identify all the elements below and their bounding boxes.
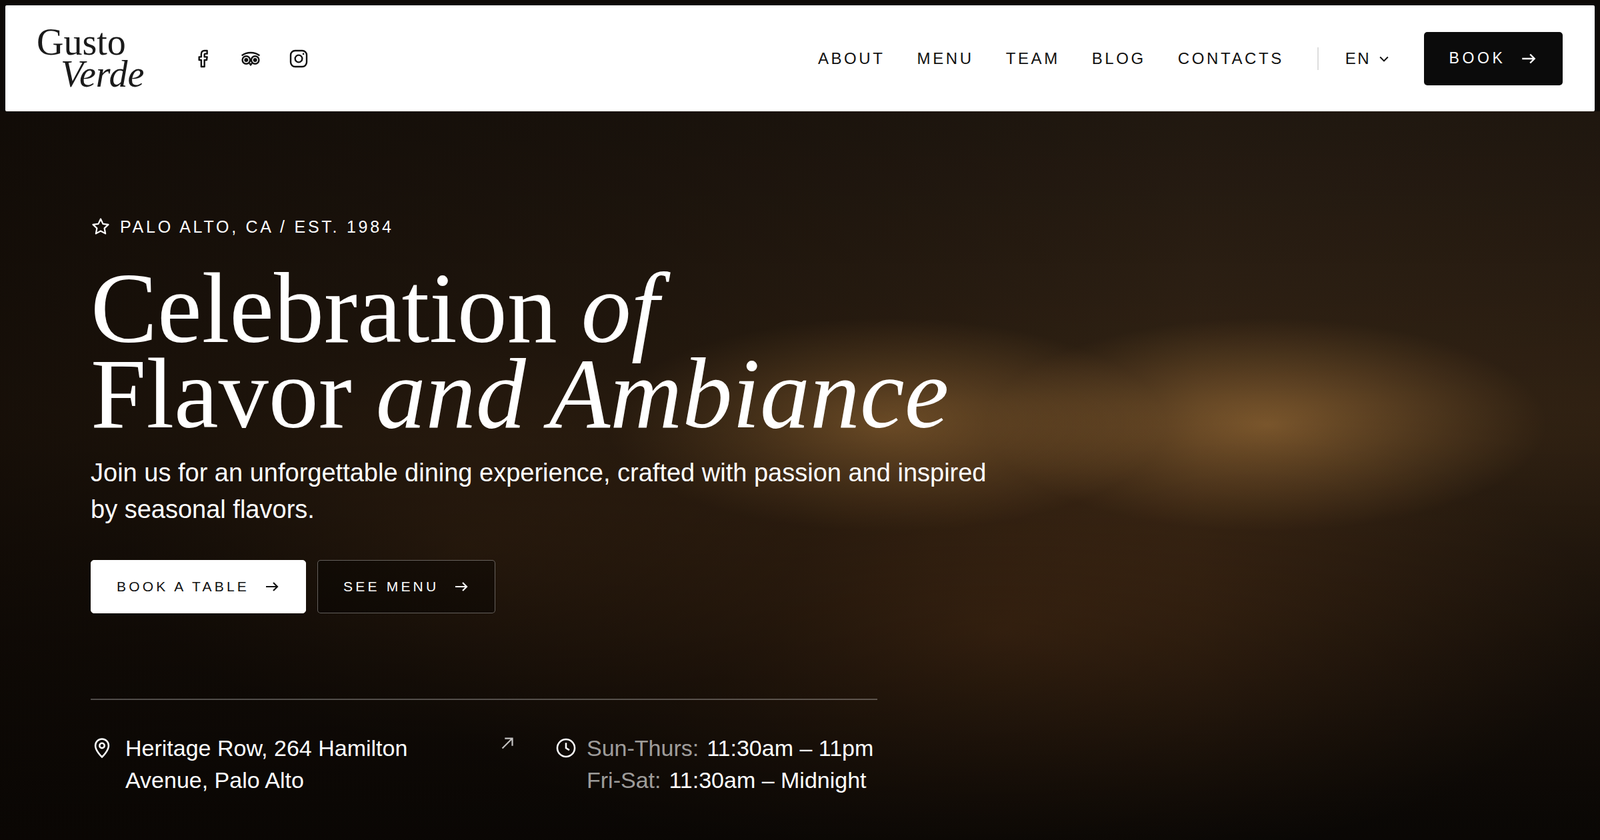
nav-link[interactable]: MENU	[917, 42, 974, 75]
description: Join us for an unforgettable dining expe…	[90, 454, 998, 528]
hours-time: 11:30am – Midnight	[668, 767, 866, 793]
language-label: EN	[1345, 46, 1371, 71]
hours-days: Sun-Thurs:	[586, 735, 699, 761]
clock-icon	[554, 736, 578, 760]
nav-link[interactable]: CONTACTS	[1178, 42, 1284, 75]
arrow-right-icon	[264, 578, 280, 595]
nav-link[interactable]: BLOG	[1092, 42, 1146, 75]
nav-link[interactable]: ABOUT	[818, 42, 886, 75]
hours-row: Sun-Thurs: 11:30am – 11pm	[586, 732, 874, 764]
map-pin-icon	[90, 736, 114, 760]
hours-list: Sun-Thurs: 11:30am – 11pm Fri-Sat: 11:30am …	[586, 732, 874, 796]
social-links	[192, 48, 310, 70]
site-header: Gusto Verde ABOUT MENU TEAM BLOG CONTACTS EN…	[5, 5, 1595, 112]
arrow-right-icon	[1520, 50, 1538, 68]
hero-content: PALO ALTO, CA / EST. 1984 CelebrationofF…	[0, 111, 1600, 796]
facebook-icon[interactable]	[192, 48, 214, 70]
arrow-up-right-icon	[497, 733, 518, 754]
hours-days: Fri-Sat:	[586, 767, 661, 793]
star-icon	[90, 216, 111, 237]
headline: Celebration of Flavor and Ambiance	[90, 265, 1600, 436]
button-label: SEE MENU	[343, 576, 439, 598]
address-line: Heritage Row, 264 Hamilton	[125, 732, 408, 764]
book-button[interactable]: BOOK	[1424, 32, 1563, 86]
language-selector[interactable]: EN	[1345, 46, 1391, 71]
tagline: PALO ALTO, CA / EST. 1984	[90, 216, 1600, 237]
nav-separator	[1317, 47, 1319, 70]
tagline-text: PALO ALTO, CA / EST. 1984	[120, 216, 394, 237]
headline-part: of	[581, 265, 660, 351]
hero-photo: PALO ALTO, CA / EST. 1984 CelebrationofF…	[0, 111, 1600, 840]
headline-part: Celebration	[90, 265, 558, 351]
chevron-down-icon	[1377, 52, 1391, 66]
instagram-icon[interactable]	[288, 48, 310, 70]
button-label: BOOK A TABLE	[116, 576, 250, 598]
headline-part: and Ambiance	[376, 350, 950, 436]
main-nav: ABOUT MENU TEAM BLOG CONTACTS	[818, 42, 1284, 75]
headline-line: Flavor and Ambiance	[90, 350, 1600, 436]
headline-line: Celebration of	[90, 265, 1600, 351]
arrow-right-icon	[453, 578, 470, 595]
info-row: Heritage Row, 264 HamiltonAvenue, Palo A…	[90, 732, 1600, 796]
book-table-button[interactable]: BOOK A TABLE	[90, 560, 306, 614]
nav-link[interactable]: TEAM	[1006, 42, 1060, 75]
divider	[90, 698, 878, 700]
logo-line: Verde	[36, 58, 144, 90]
tripadvisor-icon[interactable]	[240, 48, 262, 70]
address[interactable]: Heritage Row, 264 HamiltonAvenue, Palo A…	[90, 732, 518, 796]
opening-hours: Sun-Thurs: 11:30am – 11pm Fri-Sat: 11:30am …	[554, 732, 874, 796]
hours-row: Fri-Sat: 11:30am – Midnight	[586, 764, 874, 796]
hours-time: 11:30am – 11pm	[706, 735, 874, 761]
hero-buttons: BOOK A TABLE SEE MENU	[90, 560, 1600, 614]
book-label: BOOK	[1449, 46, 1506, 70]
see-menu-button[interactable]: SEE MENU	[317, 560, 496, 614]
address-text: Heritage Row, 264 HamiltonAvenue, Palo A…	[125, 732, 408, 796]
logo-line: Gusto	[36, 26, 144, 58]
logo[interactable]: Gusto Verde	[36, 26, 144, 90]
address-line: Avenue, Palo Alto	[125, 764, 408, 796]
headline-part: Flavor	[90, 350, 352, 436]
